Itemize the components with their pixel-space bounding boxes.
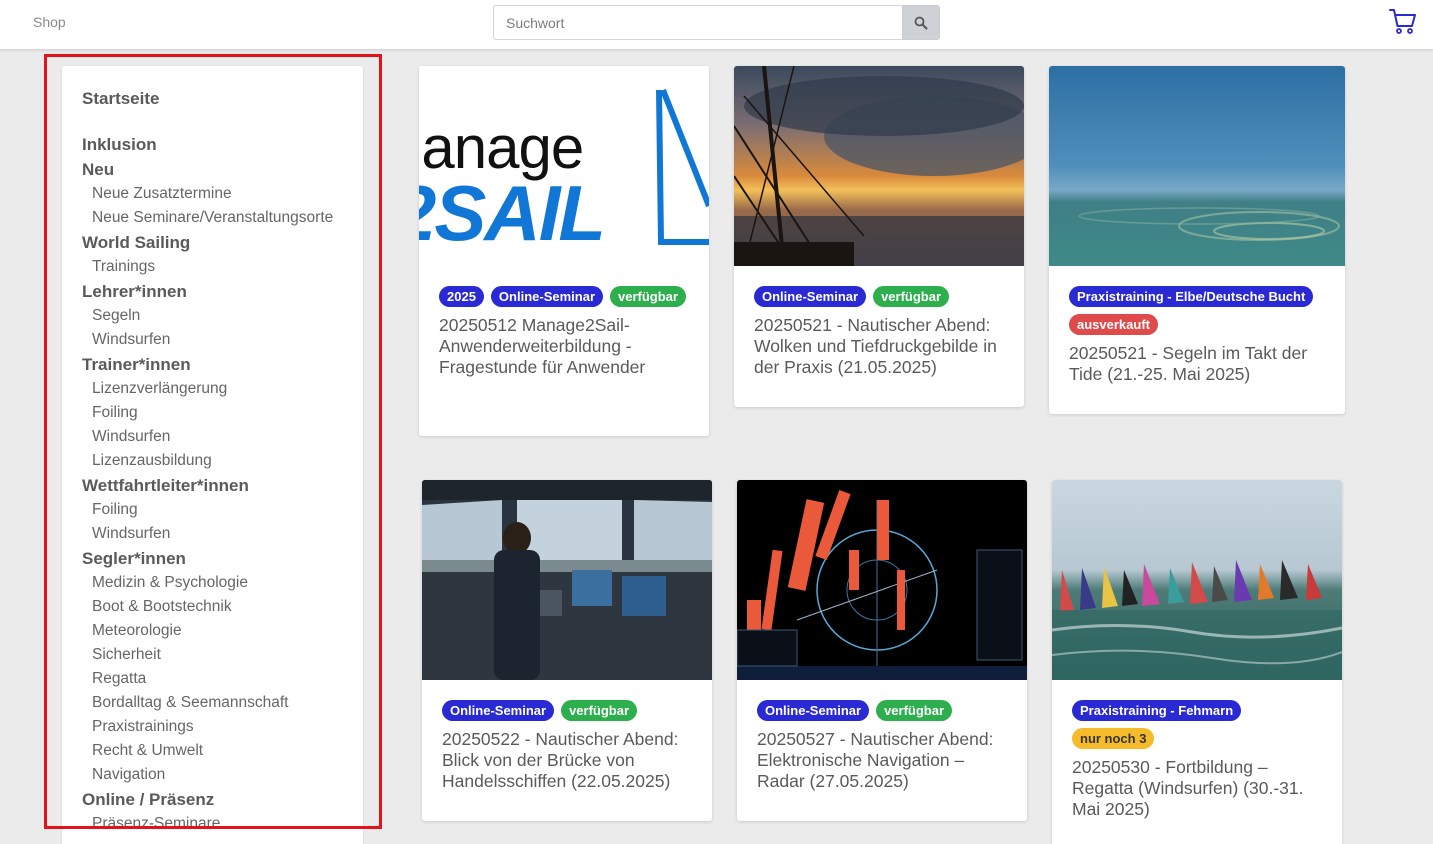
category-badge: Online-Seminar	[442, 700, 555, 721]
sidebar-item-world-sailing[interactable]: World Sailing	[82, 230, 363, 255]
storm-clouds-ship-image	[734, 66, 1024, 266]
product-title[interactable]: 20250527 - Nautischer Abend: Elektronisc…	[757, 729, 1007, 792]
cart-icon	[1389, 9, 1416, 34]
product-card[interactable]: Online-Seminar verfügbar 20250522 - Naut…	[422, 480, 712, 821]
product-card[interactable]: Online-Seminar verfügbar 20250521 - Naut…	[734, 66, 1024, 407]
product-card[interactable]: Online-Seminar verfügbar 20250527 - Naut…	[737, 480, 1027, 821]
sidebar-subitem-neue-seminare[interactable]: Neue Seminare/Veranstaltungsorte	[82, 206, 363, 230]
sidebar-subitem-trainer-foiling[interactable]: Foiling	[82, 401, 363, 425]
product-title[interactable]: 20250522 - Nautischer Abend: Blick von d…	[442, 729, 692, 792]
sail-logo-icon	[656, 88, 709, 245]
manage2sail-logo-image: nanage 2SAIL	[419, 66, 709, 266]
sidebar-subitem-neue-zusatztermine[interactable]: Neue Zusatztermine	[82, 182, 363, 206]
product-title[interactable]: 20250530 - Fortbildung – Regatta (Windsu…	[1072, 757, 1322, 820]
product-card[interactable]: nanage 2SAIL 2025 Online-Seminar verfügb…	[419, 66, 709, 436]
sidebar-item-online-praesenz[interactable]: Online / Präsenz	[82, 787, 363, 812]
search-form	[493, 5, 940, 40]
top-bar: Shop	[0, 0, 1433, 50]
availability-badge: ausverkauft	[1069, 314, 1158, 335]
availability-badge: verfügbar	[561, 700, 638, 721]
product-card[interactable]: Praxistraining - Fehmarn nur noch 3 2025…	[1052, 480, 1342, 844]
category-badge: Praxistraining - Fehmarn	[1072, 700, 1242, 721]
category-sidebar: Startseite Inklusion Neu Neue Zusatzterm…	[62, 66, 363, 844]
sidebar-subitem-lizenzverlaengerung[interactable]: Lizenzverlängerung	[82, 377, 363, 401]
sidebar-subitem-praxistrainings[interactable]: Praxistrainings	[82, 715, 363, 739]
product-title[interactable]: 20250512 Manage2Sail-Anwenderweiterbildu…	[439, 315, 689, 378]
sidebar-item-inklusion[interactable]: Inklusion	[82, 132, 363, 157]
cart-button[interactable]	[1388, 7, 1418, 35]
availability-badge: verfügbar	[610, 286, 686, 307]
sidebar-item-neu[interactable]: Neu	[82, 157, 363, 182]
sidebar-subitem-trainer-windsurfen[interactable]: Windsurfen	[82, 425, 363, 449]
sidebar-item-lehrer[interactable]: Lehrer*innen	[82, 279, 363, 304]
search-icon	[914, 16, 928, 29]
sidebar-subitem-boot[interactable]: Boot & Bootstechnik	[82, 595, 363, 619]
ship-bridge-image	[422, 480, 712, 680]
sidebar-subitem-sicherheit[interactable]: Sicherheit	[82, 643, 363, 667]
sidebar-subitem-bordalltag[interactable]: Bordalltag & Seemannschaft	[82, 691, 363, 715]
sidebar-subitem-regatta[interactable]: Regatta	[82, 667, 363, 691]
sidebar-subitem-lehrer-windsurfen[interactable]: Windsurfen	[82, 328, 363, 352]
sidebar-item-trainer[interactable]: Trainer*innen	[82, 352, 363, 377]
sidebar-subitem-recht[interactable]: Recht & Umwelt	[82, 739, 363, 763]
product-title[interactable]: 20250521 - Nautischer Abend: Wolken und …	[754, 315, 1004, 378]
tidal-sea-image	[1049, 66, 1345, 266]
tag-badge: 2025	[439, 286, 484, 307]
sidebar-subitem-trainings[interactable]: Trainings	[82, 255, 363, 279]
category-badge: Online-Seminar	[490, 286, 603, 307]
category-badge: Online-Seminar	[754, 286, 867, 307]
search-input[interactable]	[493, 5, 902, 40]
sidebar-item-wettfahrtleiter[interactable]: Wettfahrtleiter*innen	[82, 473, 363, 498]
sidebar-subitem-lizenzausbildung[interactable]: Lizenzausbildung	[82, 449, 363, 473]
windsurf-regatta-image	[1052, 480, 1342, 680]
sidebar-subitem-medizin[interactable]: Medizin & Psychologie	[82, 571, 363, 595]
radar-screen-image	[737, 480, 1027, 680]
sidebar-subitem-wfl-windsurfen[interactable]: Windsurfen	[82, 522, 363, 546]
sidebar-subitem-meteorologie[interactable]: Meteorologie	[82, 619, 363, 643]
sidebar-item-segler[interactable]: Segler*innen	[82, 546, 363, 571]
sidebar-item-startseite[interactable]: Startseite	[82, 88, 363, 110]
shop-brand-link[interactable]: Shop	[33, 14, 66, 30]
category-badge: Praxistraining - Elbe/Deutsche Bucht	[1069, 286, 1314, 307]
availability-badge: verfügbar	[876, 700, 953, 721]
availability-badge: verfügbar	[873, 286, 950, 307]
search-button[interactable]	[902, 5, 940, 40]
sidebar-subitem-lehrer-segeln[interactable]: Segeln	[82, 304, 363, 328]
sidebar-subitem-wfl-foiling[interactable]: Foiling	[82, 498, 363, 522]
availability-badge: nur noch 3	[1072, 728, 1155, 749]
sidebar-subitem-navigation[interactable]: Navigation	[82, 763, 363, 787]
sidebar-subitem-praesenz-seminare[interactable]: Präsenz-Seminare	[82, 812, 363, 836]
category-badge: Online-Seminar	[757, 700, 870, 721]
product-card[interactable]: Praxistraining - Elbe/Deutsche Bucht aus…	[1049, 66, 1345, 414]
product-title[interactable]: 20250521 - Segeln im Takt der Tide (21.-…	[1069, 343, 1325, 385]
